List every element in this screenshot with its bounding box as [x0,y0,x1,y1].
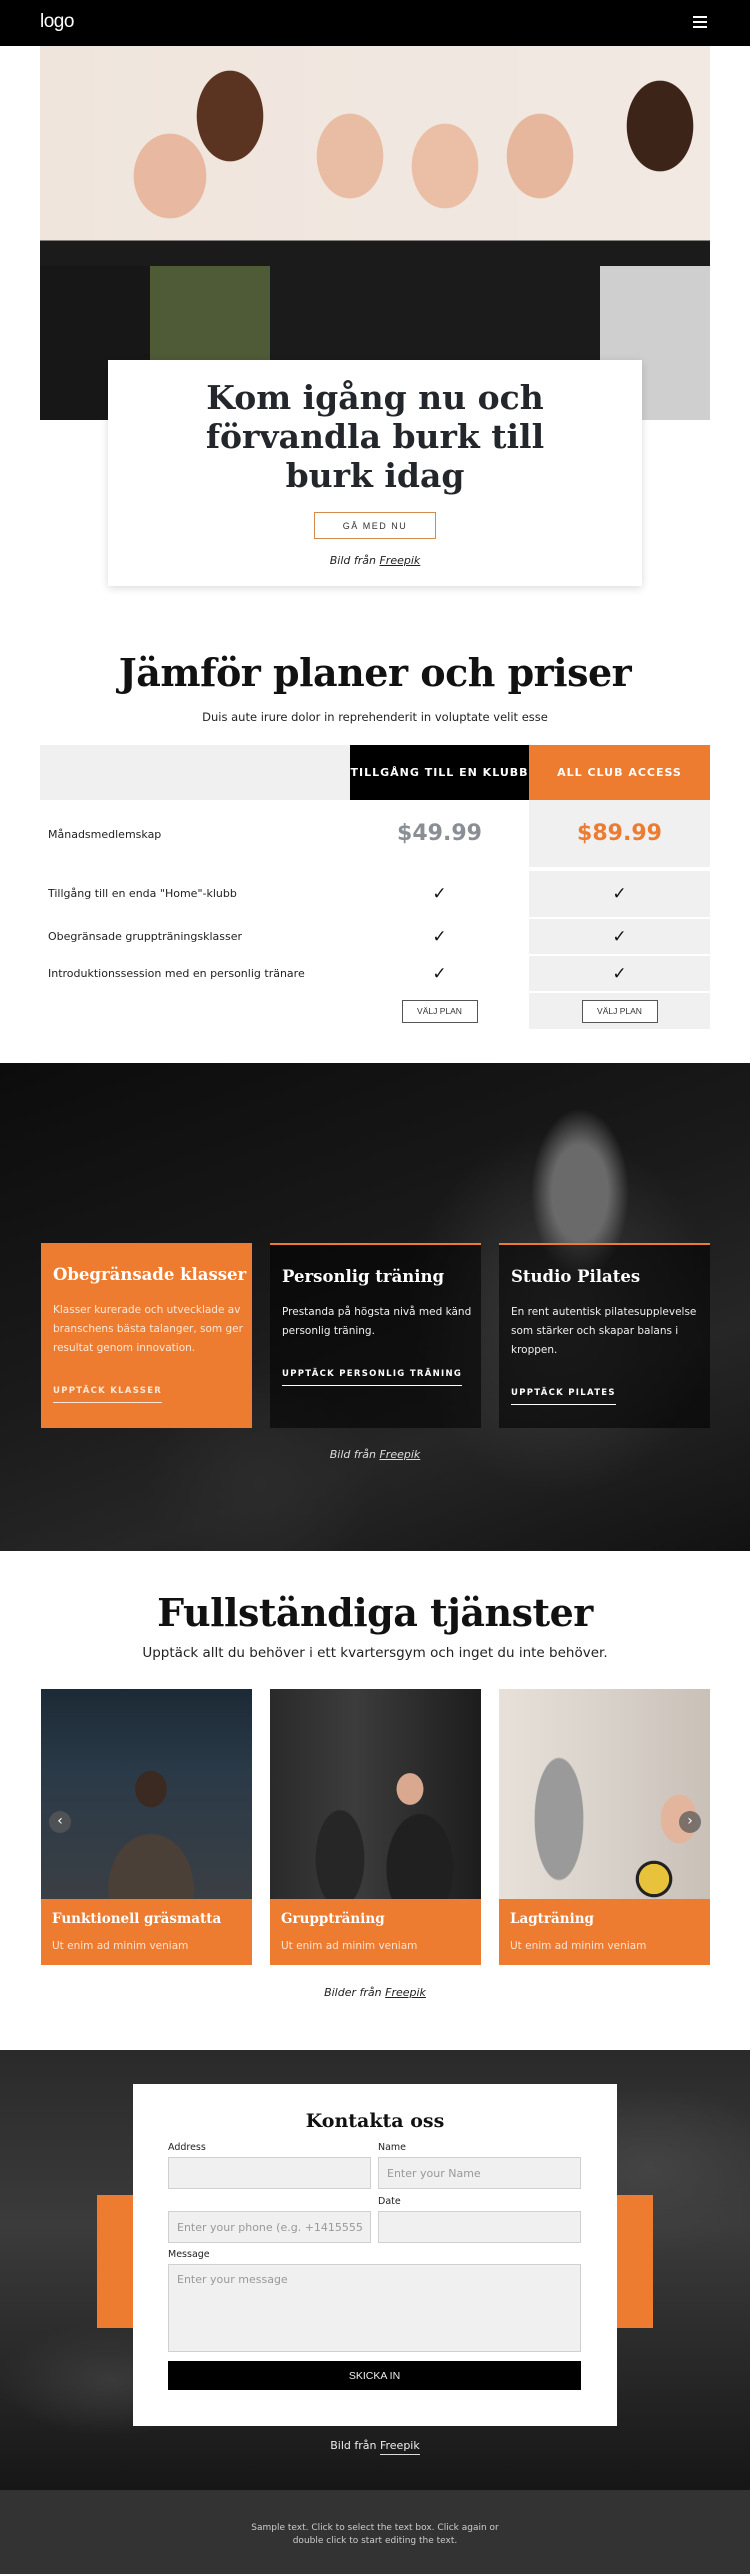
service-card-text: Ut enim ad minim veniam [281,1940,418,1952]
feature-card-text: Prestanda på högsta nivå med känd person… [282,1306,472,1337]
features-section: Obegränsade klasser Klasser kurerade och… [0,1063,750,1551]
feature-card-title: Personlig träning [282,1267,445,1286]
service-card-title: Funktionell gräsmatta [52,1911,222,1927]
plan-price: $89.99 [577,821,662,846]
decorative-accent [97,2195,133,2328]
check-icon: ✓ [612,884,627,904]
image-credit: Bild från Freepik [0,1448,750,1461]
plan-header-all-club: ALL CLUB ACCESS [529,745,710,800]
hamburger-menu-icon[interactable] [693,16,707,29]
check-icon: ✓ [612,927,627,947]
feature-card-text: En rent autentisk pilatesupplevelse som … [511,1306,697,1356]
check-icon: ✓ [612,964,627,984]
check-icon: ✓ [432,964,447,984]
service-image [41,1689,252,1899]
table-row: Obegränsade gruppträningsklasser ✓ ✓ [40,919,710,954]
pricing-subtitle: Duis aute irure dolor in reprehenderit i… [202,710,548,724]
menu-line [693,16,707,18]
table-row: Tillgång till en enda "Home"-klubb ✓ ✓ [40,871,710,917]
hero-card: Kom igång nu och förvandla burk till bur… [108,360,642,586]
services-title: Fullständiga tjänster [157,1590,593,1635]
discover-personal-training-link[interactable]: UPPTÄCK PERSONLIG TRÄNING [282,1369,463,1386]
image-credit: Bild från Freepik [0,2439,750,2455]
discover-classes-link[interactable]: UPPTÄCK KLASSER [53,1386,163,1403]
credit-prefix: Bild från [330,2439,377,2452]
freepik-link[interactable]: Freepik [379,2439,420,2455]
feature-card: Obegränsade klasser Klasser kurerade och… [41,1243,252,1428]
credit-prefix: Bild från [329,554,376,567]
service-card[interactable]: Funktionell gräsmatta Ut enim ad minim v… [41,1689,252,1965]
join-now-button[interactable]: GÅ MED NU [314,512,436,539]
freepik-link[interactable]: Freepik [385,1986,426,1999]
address-input[interactable] [168,2157,371,2189]
discover-pilates-link[interactable]: UPPTÄCK PILATES [511,1388,616,1405]
hero-title: Kom igång nu och förvandla burk till bur… [205,378,545,495]
phone-input[interactable] [168,2211,371,2243]
feature-card: Studio Pilates En rent autentisk pilates… [499,1243,710,1428]
feature-label: Obegränsade gruppträningsklasser [48,930,242,943]
name-input[interactable] [378,2157,581,2189]
site-header: logo [0,0,750,46]
choose-plan-button[interactable]: VÄLJ PLAN [401,999,478,1023]
service-card-body: Gruppträning Ut enim ad minim veniam [270,1899,481,1965]
decorative-accent [617,2195,653,2328]
plan-price: $49.99 [397,821,482,846]
service-card-body: Lagträning Ut enim ad minim veniam [499,1899,710,1965]
service-card[interactable]: Lagträning Ut enim ad minim veniam [499,1689,710,1965]
feature-label: Tillgång till en enda "Home"-klubb [48,887,237,900]
footer-text: Sample text. Click to select the text bo… [251,2523,499,2546]
service-card-body: Funktionell gräsmatta Ut enim ad minim v… [41,1899,252,1965]
address-label: Address [168,2142,206,2153]
service-image [499,1689,710,1899]
service-image [270,1689,481,1899]
pricing-title: Jämför planer och priser [118,650,632,695]
contact-title: Kontakta oss [305,2110,445,2132]
table-row: Introduktionssession med en personlig tr… [40,956,710,991]
service-card-title: Lagträning [510,1911,594,1927]
service-card-text: Ut enim ad minim veniam [52,1940,189,1952]
image-credit: Bild från Freepik [108,554,642,567]
check-icon: ✓ [432,884,447,904]
contact-form: Kontakta oss Address Name Date Message S… [133,2084,617,2426]
table-header-blank [40,745,350,800]
date-input[interactable] [378,2211,581,2243]
logo[interactable]: logo [40,11,74,33]
message-textarea[interactable] [168,2264,581,2352]
carousel-prev-icon[interactable]: ‹ [49,1811,71,1833]
row-label: Månadsmedlemskap [48,828,162,841]
plan-header-single-club: TILLGÅNG TILL EN KLUBB [350,745,529,800]
freepik-link[interactable]: Freepik [379,554,420,567]
credit-prefix: Bild från [329,1448,376,1461]
choose-plan-button[interactable]: VÄLJ PLAN [581,999,658,1023]
carousel-next-icon[interactable]: › [679,1811,701,1833]
image-credit: Bilder från Freepik [0,1986,750,1999]
submit-button[interactable]: SKICKA IN [168,2361,581,2390]
name-label: Name [378,2142,407,2153]
service-card-text: Ut enim ad minim veniam [510,1940,647,1952]
message-label: Message [168,2249,210,2260]
site-footer: Sample text. Click to select the text bo… [0,2490,750,2574]
services-subtitle: Upptäck allt du behöver i ett kvartersgy… [142,1645,608,1661]
check-icon: ✓ [432,927,447,947]
table-row-price: Månadsmedlemskap $49.99 $89.99 [40,800,710,870]
service-card-title: Gruppträning [281,1911,385,1927]
feature-card-title: Studio Pilates [511,1267,641,1286]
feature-label: Introduktionssession med en personlig tr… [48,967,305,980]
service-card[interactable]: Gruppträning Ut enim ad minim veniam [270,1689,481,1965]
menu-line [693,26,707,28]
freepik-link[interactable]: Freepik [379,1448,420,1461]
feature-card: Personlig träning Prestanda på högsta ni… [270,1243,481,1428]
feature-card-title: Obegränsade klasser [53,1265,247,1284]
credit-prefix: Bilder från [324,1986,382,1999]
feature-card-text: Klasser kurerade och utvecklade av brans… [53,1304,243,1354]
menu-line [693,21,707,23]
table-row-actions: VÄLJ PLAN VÄLJ PLAN [40,993,710,1029]
date-label: Date [378,2196,401,2207]
